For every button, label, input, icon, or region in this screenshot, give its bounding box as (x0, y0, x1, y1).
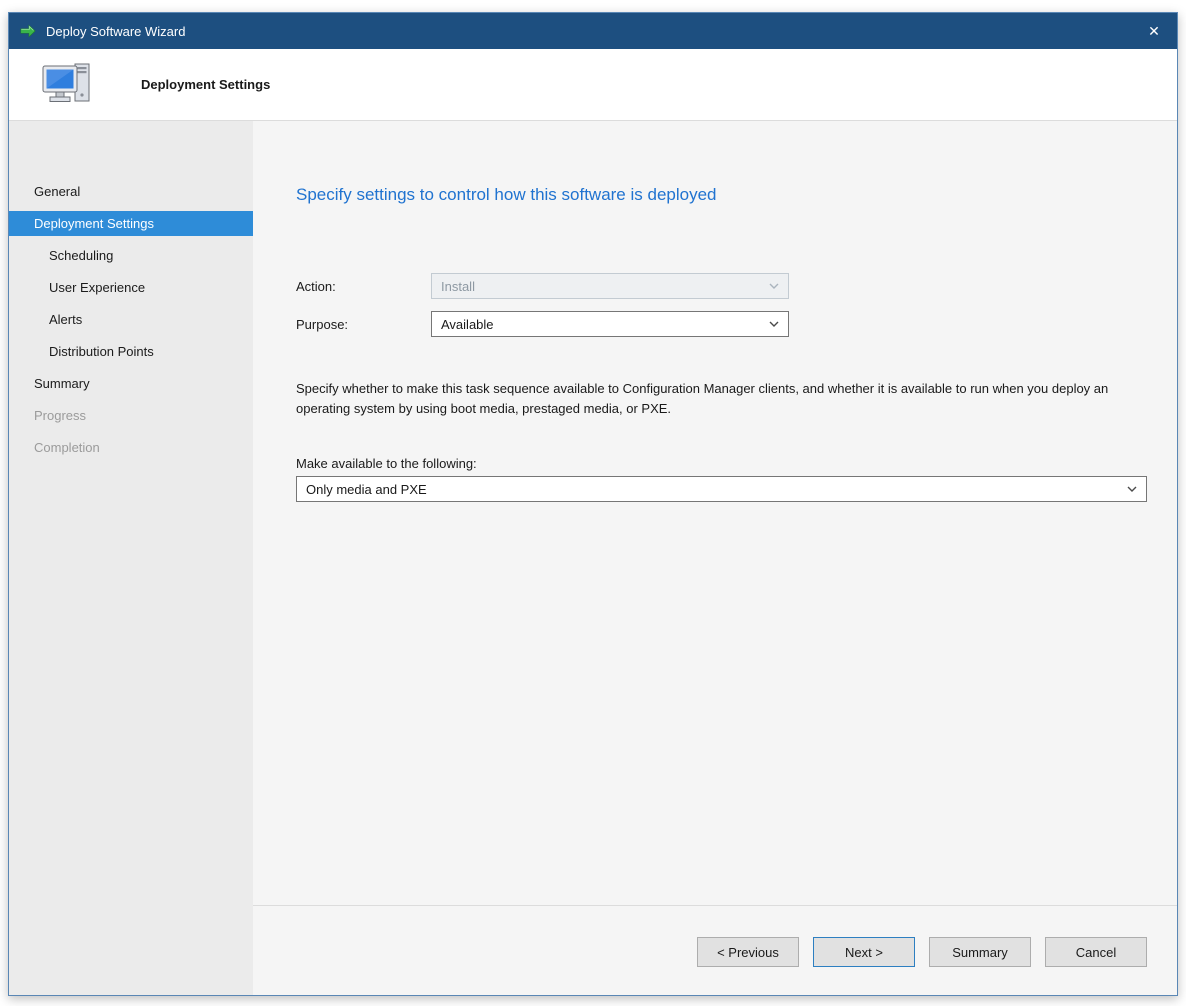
wizard-body: General Deployment Settings Scheduling U… (9, 121, 1177, 995)
content-heading: Specify settings to control how this sof… (296, 185, 1147, 205)
make-available-label: Make available to the following: (296, 456, 1147, 471)
sidebar-item-distribution-points[interactable]: Distribution Points (9, 339, 253, 364)
summary-button[interactable]: Summary (929, 937, 1031, 967)
sidebar-item-progress: Progress (9, 403, 253, 428)
wizard-steps-sidebar: General Deployment Settings Scheduling U… (9, 121, 253, 995)
title-bar: Deploy Software Wizard ✕ (9, 13, 1177, 49)
sidebar-item-scheduling[interactable]: Scheduling (9, 243, 253, 268)
action-row: Action: Install (296, 273, 1147, 299)
wizard-green-arrow-icon (19, 22, 37, 40)
description-text: Specify whether to make this task sequen… (296, 379, 1147, 418)
purpose-value: Available (441, 317, 494, 332)
cancel-button[interactable]: Cancel (1045, 937, 1147, 967)
sidebar-item-deployment-settings[interactable]: Deployment Settings (9, 211, 253, 236)
sidebar-item-alerts[interactable]: Alerts (9, 307, 253, 332)
close-icon: ✕ (1148, 23, 1160, 39)
purpose-row: Purpose: Available (296, 311, 1147, 337)
action-label: Action: (296, 279, 431, 294)
sidebar-item-general[interactable]: General (9, 179, 253, 204)
purpose-label: Purpose: (296, 317, 431, 332)
close-button[interactable]: ✕ (1131, 13, 1177, 49)
deployment-form: Action: Install Purpose: Available (296, 273, 1147, 337)
deployment-settings-page: Specify settings to control how this sof… (253, 121, 1177, 905)
purpose-dropdown[interactable]: Available (431, 311, 789, 337)
make-available-value: Only media and PXE (306, 482, 427, 497)
action-value: Install (441, 279, 475, 294)
computer-icon (41, 62, 93, 108)
chevron-down-icon (1127, 486, 1137, 492)
sidebar-item-summary[interactable]: Summary (9, 371, 253, 396)
action-dropdown: Install (431, 273, 789, 299)
chevron-down-icon (769, 283, 779, 289)
window-title: Deploy Software Wizard (46, 24, 185, 39)
make-available-dropdown[interactable]: Only media and PXE (296, 476, 1147, 502)
previous-button[interactable]: < Previous (697, 937, 799, 967)
wizard-content-pane: Specify settings to control how this sof… (253, 121, 1177, 995)
wizard-header: Deployment Settings (9, 49, 1177, 121)
page-title: Deployment Settings (141, 77, 270, 92)
deploy-software-wizard-window: Deploy Software Wizard ✕ Deployment Sett… (8, 12, 1178, 996)
next-button[interactable]: Next > (813, 937, 915, 967)
sidebar-item-completion: Completion (9, 435, 253, 460)
chevron-down-icon (769, 321, 779, 327)
sidebar-item-user-experience[interactable]: User Experience (9, 275, 253, 300)
wizard-footer: < Previous Next > Summary Cancel (253, 905, 1177, 995)
